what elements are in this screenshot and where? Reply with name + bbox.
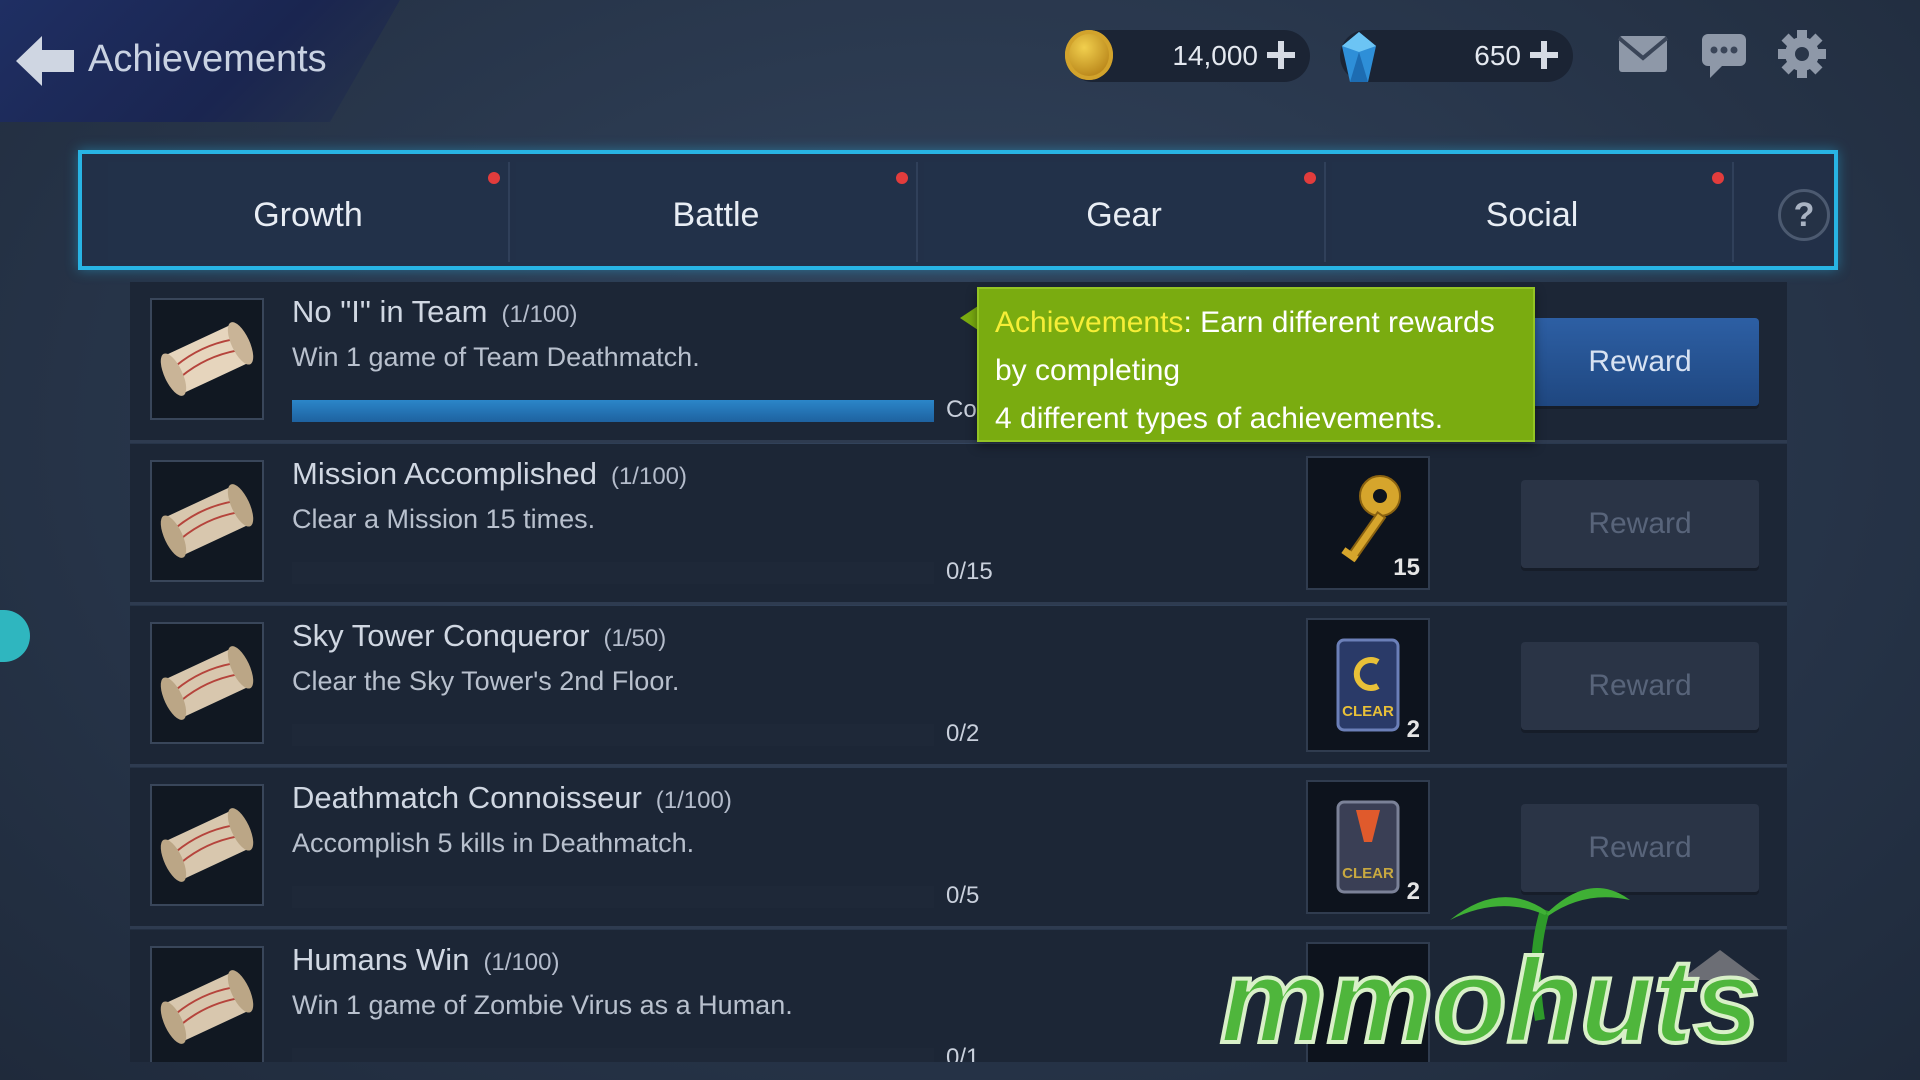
achievement-description: Win 1 game of Zombie Virus as a Human. (292, 990, 793, 1020)
plus-icon (1267, 41, 1295, 69)
tooltip-pointer (960, 306, 978, 330)
progress-label: 0/5 (946, 882, 980, 909)
achievement-count: (1/100) (610, 463, 688, 490)
notification-dot (1712, 172, 1724, 184)
tooltip-line: by completing (995, 354, 1181, 387)
tab-label: Battle (672, 196, 760, 234)
settings-button[interactable] (1774, 28, 1830, 80)
category-tabs: Growth Battle Gear Social ? (78, 150, 1838, 270)
achievement-count: (1/50) (603, 625, 667, 652)
achievement-description: Win 1 game of Team Deathmatch. (292, 342, 700, 372)
achievement-row: Sky Tower Conqueror (1/50) Clear the Sky … (130, 606, 1787, 767)
back-button[interactable] (14, 34, 76, 88)
progress-label: 0/2 (946, 720, 980, 747)
reward-button[interactable]: Reward (1521, 318, 1759, 406)
page-title: Achievements (88, 38, 327, 80)
progress-label: 0/1 (946, 1044, 980, 1062)
reward-item: 15 (1306, 456, 1430, 590)
tab-social[interactable]: Social (1332, 162, 1734, 262)
tab-battle[interactable]: Battle (516, 162, 918, 262)
achievement-title: Deathmatch Connoisseur (1/100) (292, 780, 732, 815)
mmohuts-watermark: mmohuts (1218, 888, 1762, 1060)
progress-fill (292, 400, 934, 422)
reward-quantity: 15 (1393, 554, 1420, 581)
achievement-title: Humans Win (1/100) (292, 942, 560, 977)
tooltip-keyword: Achievements (995, 306, 1184, 339)
tooltip-line: : Earn different rewards (1183, 306, 1495, 339)
tab-label: Social (1485, 196, 1579, 234)
help-button[interactable]: ? (1778, 189, 1830, 241)
side-drawer-handle[interactable] (0, 610, 30, 662)
reward-quantity: 2 (1406, 716, 1420, 743)
chat-icon (1702, 34, 1746, 78)
progress-label: 0/15 (946, 558, 993, 585)
progress-bar (292, 886, 934, 908)
notification-dot (1304, 172, 1316, 184)
achievement-row: No "I" in Team (1/100) Win 1 game of Team… (130, 282, 1787, 443)
achievement-title: Mission Accomplished (1/100) (292, 456, 688, 491)
back-arrow-icon (16, 36, 74, 86)
gem-amount: 650 (1474, 40, 1521, 71)
gem-counter: 650 (1340, 30, 1573, 82)
progress-bar (292, 724, 934, 746)
achievement-title: Sky Tower Conqueror (1/50) (292, 618, 667, 653)
tab-gear[interactable]: Gear (924, 162, 1326, 262)
chat-button[interactable] (1696, 28, 1752, 80)
add-gems-button[interactable] (1525, 36, 1563, 74)
scroll-icon (150, 460, 264, 582)
achievement-description: Clear a Mission 15 times. (292, 504, 596, 534)
reward-item: CLEAR 2 (1306, 618, 1430, 752)
scroll-icon (150, 784, 264, 906)
achievement-count: (1/100) (655, 787, 732, 814)
tab-growth[interactable]: Growth (108, 162, 510, 262)
scroll-icon (150, 622, 264, 744)
reward-button[interactable]: Reward (1521, 480, 1759, 568)
reward-button[interactable]: Reward (1521, 642, 1759, 730)
progress-bar (292, 400, 934, 422)
gold-coin-icon (1065, 30, 1113, 80)
gear-icon (1778, 30, 1826, 78)
plus-icon (1530, 41, 1558, 69)
tooltip-line: 4 different types of achievements. (995, 402, 1444, 435)
notification-dot (896, 172, 908, 184)
progress-bar (292, 562, 934, 584)
scroll-icon (150, 298, 264, 420)
tab-label: Growth (253, 196, 363, 234)
achievement-count: (1/100) (483, 949, 560, 976)
ticket-label: CLEAR (1342, 703, 1394, 720)
tab-label: Gear (1086, 196, 1162, 234)
achievement-title: No "I" in Team (1/100) (292, 294, 578, 329)
achievement-description: Accomplish 5 kills in Deathmatch. (292, 828, 695, 858)
achievement-description: Clear the Sky Tower's 2nd Floor. (292, 666, 680, 696)
notification-dot (488, 172, 500, 184)
gold-amount: 14,000 (1172, 40, 1258, 71)
progress-label: Co (946, 396, 977, 423)
achievements-tooltip: Achievements: Earn different rewards by … (977, 287, 1535, 442)
add-gold-button[interactable] (1262, 36, 1300, 74)
scroll-icon (150, 946, 264, 1062)
mail-button[interactable] (1615, 28, 1671, 80)
mail-icon (1617, 36, 1669, 72)
watermark-logo-text: mmohuts (1220, 934, 1760, 1060)
help-icon: ? (1793, 196, 1815, 234)
blue-gem-icon (1342, 32, 1376, 82)
achievement-count: (1/100) (501, 301, 578, 328)
gold-counter: 14,000 (1065, 30, 1310, 82)
achievement-row: Mission Accomplished (1/100) Clear a Miss… (130, 444, 1787, 605)
progress-bar (292, 1048, 934, 1062)
